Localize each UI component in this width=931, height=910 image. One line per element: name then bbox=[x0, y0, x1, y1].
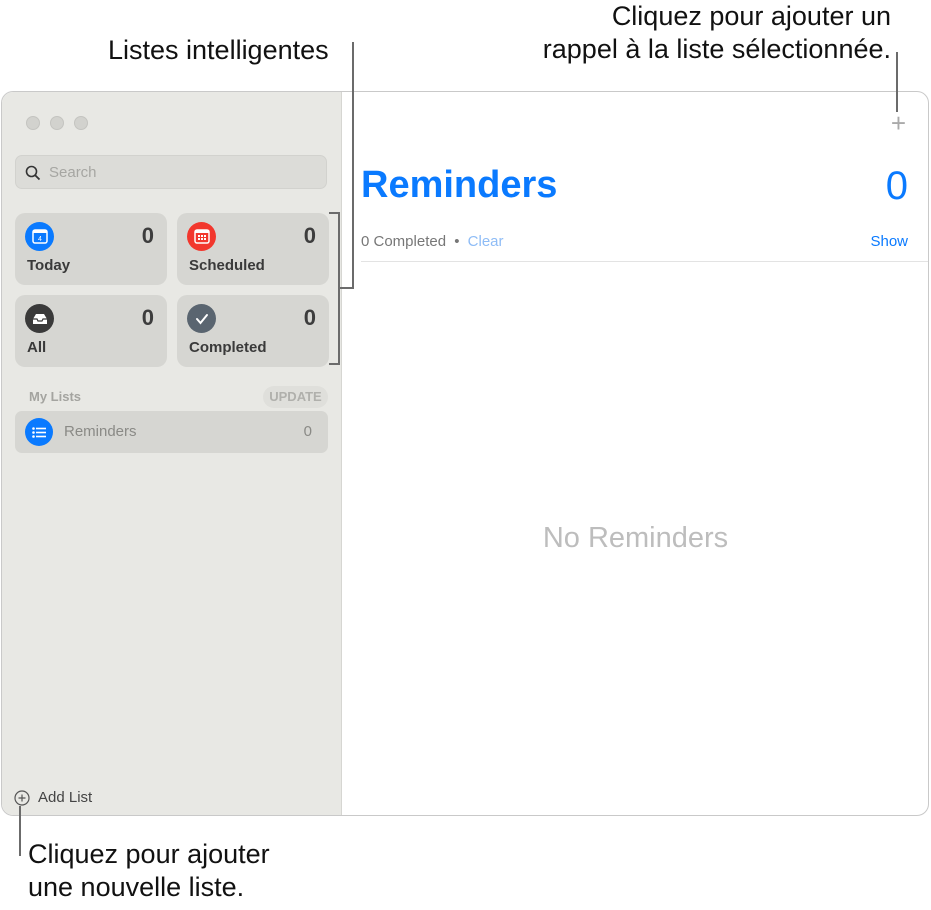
show-button[interactable]: Show bbox=[870, 233, 908, 250]
completed-count: 0 Completed bbox=[361, 233, 447, 250]
count: 0 bbox=[303, 223, 316, 248]
smart-list-today[interactable]: 4 0 Today bbox=[15, 213, 167, 285]
list-icon bbox=[25, 418, 53, 446]
callout-line: rappel à la liste sélectionnée. bbox=[542, 34, 891, 64]
search-icon bbox=[25, 165, 41, 181]
main-pane: + Reminders 0 0 Completed • Clear Show N… bbox=[343, 92, 928, 815]
list-item-reminders[interactable]: Reminders 0 bbox=[15, 411, 328, 453]
count: 0 bbox=[303, 305, 316, 330]
empty-state: No Reminders bbox=[542, 522, 729, 554]
search-placeholder: Search bbox=[49, 164, 97, 181]
bracket bbox=[329, 212, 339, 214]
leader-line bbox=[339, 287, 353, 289]
smart-list-completed[interactable]: 0 Completed bbox=[177, 295, 329, 367]
count: 0 bbox=[141, 305, 154, 330]
my-lists-header: My Lists bbox=[29, 389, 82, 404]
label: All bbox=[27, 339, 47, 356]
callout-line: une nouvelle liste. bbox=[28, 872, 245, 902]
callout-add-list: Cliquez pour ajouter une nouvelle liste. bbox=[28, 838, 270, 904]
leader-line bbox=[896, 52, 898, 112]
minimize-button[interactable] bbox=[50, 116, 64, 130]
close-button[interactable] bbox=[26, 116, 40, 130]
plus-icon[interactable]: + bbox=[891, 108, 906, 139]
reminder-count: 0 bbox=[885, 164, 908, 208]
bracket bbox=[329, 363, 339, 365]
plus-circle-icon bbox=[14, 789, 30, 806]
list-count: 0 bbox=[303, 423, 312, 440]
label: Completed bbox=[189, 339, 267, 356]
list-label: Reminders bbox=[64, 423, 137, 440]
label: Scheduled bbox=[189, 257, 265, 274]
callout-smart-lists: Listes intelligentes bbox=[108, 35, 329, 65]
completed-summary: 0 Completed • Clear bbox=[361, 233, 504, 250]
add-list-button[interactable]: Add List bbox=[14, 789, 92, 806]
zoom-button[interactable] bbox=[74, 116, 88, 130]
checkmark-icon bbox=[187, 304, 216, 333]
callout-add-reminder: Cliquez pour ajouter un rappel à la list… bbox=[543, 0, 891, 66]
sidebar: Search 4 0 Today 0 Scheduled 0 All 0 Com… bbox=[2, 92, 342, 815]
reminders-window: Search 4 0 Today 0 Scheduled 0 All 0 Com… bbox=[1, 91, 929, 816]
bracket bbox=[338, 212, 340, 365]
leader-line bbox=[352, 42, 354, 289]
smart-list-scheduled[interactable]: 0 Scheduled bbox=[177, 213, 329, 285]
separator: • bbox=[454, 233, 460, 250]
update-button[interactable]: UPDATE bbox=[263, 386, 328, 408]
svg-text:4: 4 bbox=[38, 236, 42, 243]
search-input[interactable]: Search bbox=[15, 155, 327, 189]
calendar-icon bbox=[187, 222, 216, 251]
leader-line bbox=[19, 806, 21, 856]
list-title: Reminders bbox=[361, 164, 558, 206]
calendar-today-icon: 4 bbox=[25, 222, 54, 251]
divider bbox=[361, 261, 928, 262]
clear-button[interactable]: Clear bbox=[468, 233, 504, 250]
smart-list-all[interactable]: 0 All bbox=[15, 295, 167, 367]
callout-line: Cliquez pour ajouter un bbox=[611, 1, 891, 31]
callout-line: Cliquez pour ajouter bbox=[28, 839, 270, 869]
label: Today bbox=[27, 257, 71, 274]
tray-icon bbox=[25, 304, 54, 333]
count: 0 bbox=[141, 223, 154, 248]
add-list-label: Add List bbox=[38, 789, 93, 806]
